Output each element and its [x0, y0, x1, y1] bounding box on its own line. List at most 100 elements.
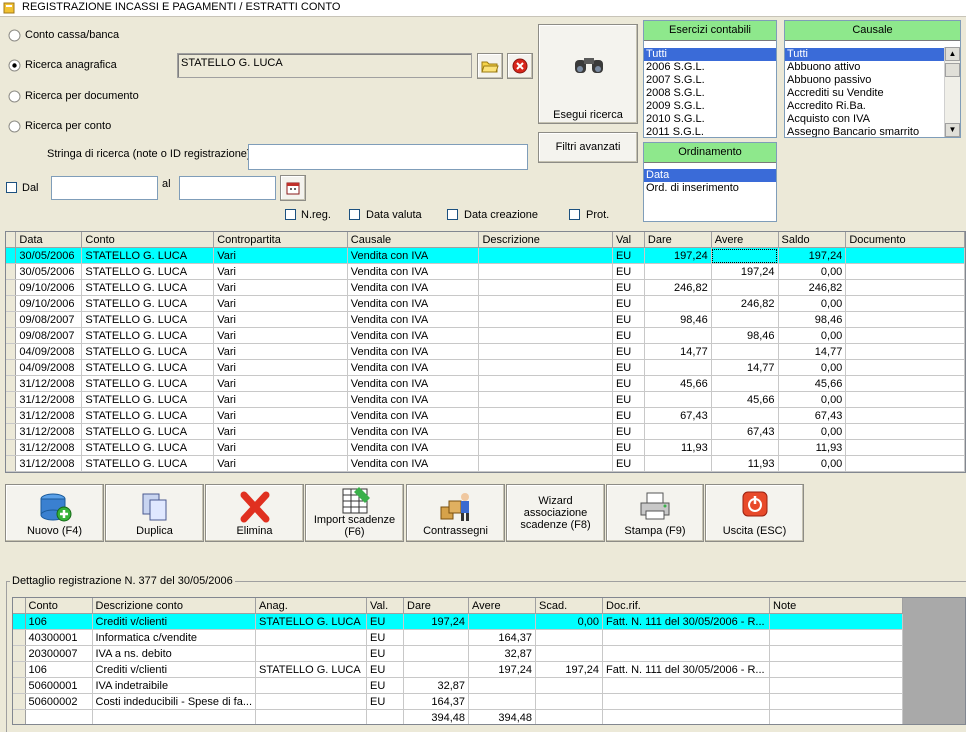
table-cell[interactable] — [769, 629, 904, 646]
table-cell[interactable] — [845, 327, 965, 344]
table-cell[interactable] — [478, 343, 613, 360]
row-indicator[interactable] — [13, 693, 26, 710]
table-cell[interactable]: Vendita con IVA — [347, 439, 480, 456]
causale-scrollbar[interactable]: ▲ ▼ — [944, 47, 960, 137]
table-cell[interactable]: EU — [612, 423, 645, 440]
table-cell[interactable]: STATELLO G. LUCA — [81, 295, 215, 312]
table-row[interactable]: 31/12/2008 STATELLO G. LUCA Vari Vendita co… — [6, 439, 965, 456]
row-indicator[interactable] — [13, 677, 26, 694]
table-cell[interactable] — [644, 295, 712, 312]
list-item[interactable]: Accredito Ri.Ba. — [785, 100, 944, 113]
table-row[interactable]: 31/12/2008 STATELLO G. LUCA Vari Vendita co… — [6, 407, 965, 424]
table-cell[interactable]: 67,43 — [778, 407, 847, 424]
row-indicator[interactable] — [6, 455, 17, 472]
table-cell[interactable] — [478, 407, 613, 424]
list-item[interactable]: 2007 S.G.L. — [644, 74, 776, 87]
data-creazione-checkbox[interactable] — [447, 209, 458, 220]
table-cell[interactable] — [711, 311, 779, 328]
table-cell[interactable]: Vari — [213, 455, 348, 472]
table-cell[interactable]: 50600001 — [25, 677, 93, 694]
row-indicator[interactable] — [6, 439, 17, 456]
table-cell[interactable]: 164,37 — [468, 629, 537, 646]
table-cell[interactable]: 20300007 — [25, 645, 93, 662]
table-cell[interactable] — [535, 629, 604, 646]
table-cell[interactable]: EU — [612, 279, 645, 296]
table-cell[interactable]: Vendita con IVA — [347, 263, 480, 280]
list-item[interactable]: 2011 S.G.L. — [644, 126, 776, 137]
column-header[interactable]: Descrizione conto — [92, 598, 257, 614]
table-cell[interactable]: 98,46 — [711, 327, 779, 344]
table-cell[interactable]: EU — [612, 439, 645, 456]
table-cell[interactable]: 11,93 — [644, 439, 712, 456]
anagrafica-field[interactable]: STATELLO G. LUCA — [177, 53, 472, 78]
table-cell[interactable]: 0,00 — [778, 359, 847, 376]
table-cell[interactable]: 31/12/2008 — [15, 455, 83, 472]
table-cell[interactable]: 45,66 — [711, 391, 779, 408]
table-cell[interactable]: 09/10/2006 — [15, 279, 83, 296]
table-cell[interactable]: STATELLO G. LUCA — [81, 327, 215, 344]
prot-checkbox[interactable] — [569, 209, 580, 220]
table-cell[interactable]: STATELLO G. LUCA — [81, 279, 215, 296]
table-cell[interactable] — [845, 375, 965, 392]
table-cell[interactable] — [255, 693, 368, 710]
column-header[interactable]: Avere — [468, 598, 537, 614]
table-cell[interactable] — [845, 247, 965, 264]
radio-ricerca-anagrafica[interactable]: Ricerca anagrafica — [8, 59, 117, 75]
dal-checkbox[interactable] — [6, 182, 17, 193]
clear-anagrafica-button[interactable] — [507, 53, 533, 79]
table-cell[interactable] — [644, 359, 712, 376]
table-cell[interactable]: STATELLO G. LUCA — [81, 439, 215, 456]
table-cell[interactable]: 31/12/2008 — [15, 407, 83, 424]
scroll-thumb[interactable] — [945, 63, 960, 77]
table-cell[interactable]: STATELLO G. LUCA — [81, 391, 215, 408]
table-row[interactable]: 50600002 Costi indeducibili - Spese di fa… — [13, 693, 904, 710]
table-row[interactable]: 31/12/2008 STATELLO G. LUCA Vari Vendita co… — [6, 455, 965, 472]
table-cell[interactable]: 197,24 — [468, 661, 537, 678]
scroll-down-icon[interactable]: ▼ — [945, 123, 960, 137]
table-cell[interactable]: STATELLO G. LUCA — [81, 263, 215, 280]
browse-anagrafica-button[interactable] — [477, 53, 503, 79]
table-cell[interactable]: 197,24 — [778, 247, 847, 264]
data-valuta-checkbox[interactable] — [349, 209, 360, 220]
table-cell[interactable] — [644, 327, 712, 344]
list-item[interactable]: Abbuono passivo — [785, 74, 944, 87]
table-cell[interactable] — [535, 693, 604, 710]
import-scadenze-button[interactable]: Import scadenze (F6) — [305, 484, 404, 542]
table-row[interactable]: 30/05/2006 STATELLO G. LUCA Vari Vendita co… — [6, 263, 965, 280]
column-header[interactable]: Contropartita — [213, 232, 348, 248]
column-header[interactable]: Conto — [25, 598, 93, 614]
table-cell[interactable]: EU — [612, 391, 645, 408]
column-header[interactable]: Saldo — [778, 232, 847, 248]
table-cell[interactable] — [845, 407, 965, 424]
table-cell[interactable]: 106 — [25, 613, 93, 630]
radio-ricerca-documento[interactable]: Ricerca per documento — [8, 90, 139, 106]
duplica-button[interactable]: Duplica — [105, 484, 204, 542]
table-cell[interactable]: 32,87 — [403, 677, 470, 694]
table-cell[interactable]: 164,37 — [403, 693, 470, 710]
table-cell[interactable] — [644, 391, 712, 408]
table-cell[interactable]: STATELLO G. LUCA — [81, 247, 215, 264]
row-indicator[interactable] — [6, 327, 17, 344]
column-header[interactable]: Dare — [403, 598, 470, 614]
table-cell[interactable]: EU — [612, 311, 645, 328]
table-cell[interactable] — [845, 439, 965, 456]
table-cell[interactable]: STATELLO G. LUCA — [81, 359, 215, 376]
table-cell[interactable] — [478, 247, 613, 264]
table-cell[interactable] — [845, 263, 965, 280]
radio-icon[interactable] — [8, 90, 21, 103]
table-cell[interactable]: EU — [366, 661, 405, 678]
table-row[interactable]: 50600001 IVA indetraibile EU 32,87 — [13, 677, 904, 694]
list-item[interactable]: 2008 S.G.L. — [644, 87, 776, 100]
table-cell[interactable]: 40300001 — [25, 629, 93, 646]
row-indicator[interactable] — [13, 613, 26, 630]
row-indicator[interactable] — [6, 311, 17, 328]
radio-conto-cassa[interactable]: Conto cassa/banca — [8, 29, 119, 45]
table-cell[interactable]: 09/08/2007 — [15, 327, 83, 344]
table-cell[interactable] — [478, 359, 613, 376]
table-cell[interactable]: 246,82 — [778, 279, 847, 296]
column-header[interactable]: Documento — [845, 232, 965, 248]
table-cell[interactable]: Vendita con IVA — [347, 311, 480, 328]
row-indicator[interactable] — [6, 375, 17, 392]
table-cell[interactable] — [403, 629, 470, 646]
table-cell[interactable]: EU — [612, 375, 645, 392]
